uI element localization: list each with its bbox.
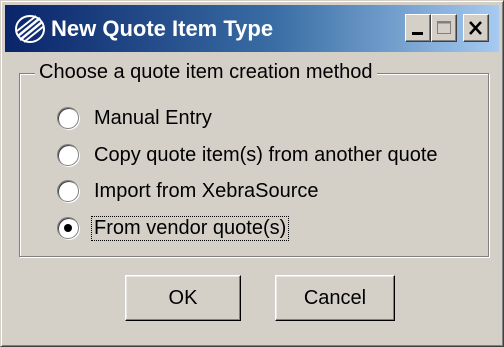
- option-label: Import from XebraSource: [94, 179, 319, 202]
- close-icon: [469, 21, 482, 35]
- option-label: From vendor quote(s): [90, 215, 290, 241]
- option-label: Copy quote item(s) from another quote: [94, 143, 438, 166]
- radio-dot-icon: [64, 224, 72, 232]
- ok-button[interactable]: OK: [125, 275, 241, 321]
- xebra-logo-icon: [14, 14, 46, 44]
- radio-button[interactable]: [57, 107, 79, 129]
- option-label: Manual Entry: [94, 106, 212, 129]
- group-legend: Choose a quote item creation method: [35, 61, 377, 84]
- radio-button[interactable]: [57, 144, 79, 166]
- option-import-xebrasource[interactable]: Import from XebraSource: [57, 177, 321, 205]
- window-title: New Quote Item Type: [51, 16, 274, 41]
- minimize-button[interactable]: [405, 14, 431, 42]
- dialog-window: New Quote Item Type Choose a quote item …: [0, 0, 504, 347]
- maximize-button[interactable]: [431, 14, 457, 42]
- radio-button[interactable]: [57, 180, 79, 202]
- option-from-vendor-quote[interactable]: From vendor quote(s): [57, 214, 290, 242]
- radio-button[interactable]: [57, 217, 79, 239]
- close-button[interactable]: [463, 14, 489, 42]
- maximize-icon: [437, 21, 451, 34]
- minimize-icon: [412, 32, 423, 35]
- option-copy-from-quote[interactable]: Copy quote item(s) from another quote: [57, 141, 440, 169]
- title-bar[interactable]: New Quote Item Type: [5, 5, 499, 52]
- option-manual-entry[interactable]: Manual Entry: [57, 104, 214, 132]
- cancel-button[interactable]: Cancel: [275, 275, 395, 321]
